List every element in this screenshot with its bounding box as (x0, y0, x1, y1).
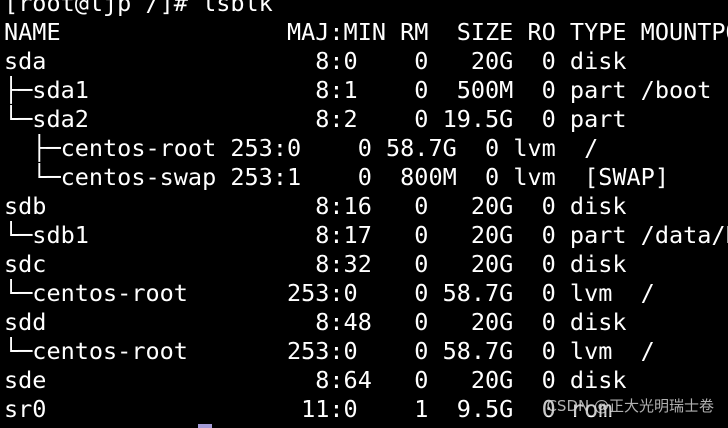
table-row: sda 8:0 0 20G 0 disk (4, 47, 627, 75)
table-row: └─centos-root 253:0 0 58.7G 0 lvm / (4, 279, 655, 307)
table-row: sdd 8:48 0 20G 0 disk (4, 308, 627, 336)
table-row: └─sdb1 8:17 0 20G 0 part /data/B (4, 221, 728, 249)
csdn-watermark: CSDN @正大光明瑞士卷 (540, 396, 714, 416)
table-row: sde 8:64 0 20G 0 disk (4, 366, 627, 394)
prompt-line: [root@ljp /]# lsblk (4, 0, 273, 17)
table-row: sdc 8:32 0 20G 0 disk (4, 250, 627, 278)
terminal-cursor (198, 424, 212, 428)
table-row: ├─sda1 8:1 0 500M 0 part /boot (4, 76, 712, 104)
terminal-window[interactable]: [root@ljp /]# lsblk NAME MAJ:MIN RM SIZE… (0, 0, 728, 428)
table-row: └─sda2 8:2 0 19.5G 0 part (4, 105, 627, 133)
table-row: └─centos-swap 253:1 0 800M 0 lvm [SWAP] (4, 163, 669, 191)
table-row: sdb 8:16 0 20G 0 disk (4, 192, 627, 220)
table-row: ├─centos-root 253:0 0 58.7G 0 lvm / (4, 134, 599, 162)
terminal-output: [root@ljp /]# lsblk NAME MAJ:MIN RM SIZE… (4, 0, 728, 424)
table-header: NAME MAJ:MIN RM SIZE RO TYPE MOUNTPOINT (4, 18, 728, 46)
table-row: └─centos-root 253:0 0 58.7G 0 lvm / (4, 337, 655, 365)
